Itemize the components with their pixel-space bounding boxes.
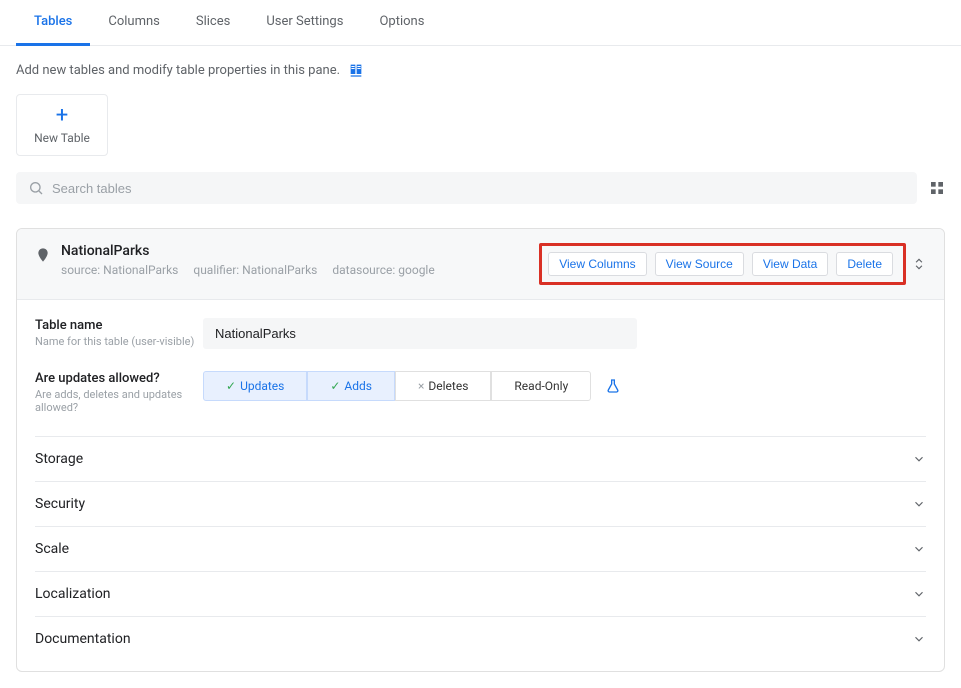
action-buttons-highlight: View Columns View Source View Data Delet… — [539, 243, 906, 285]
chevron-down-icon — [912, 542, 926, 556]
table-name-input[interactable] — [203, 318, 637, 349]
panel-meta: source: NationalParks qualifier: Nationa… — [61, 263, 447, 277]
tab-slices[interactable]: Slices — [178, 0, 248, 46]
pane-description-text: Add new tables and modify table properti… — [16, 63, 340, 78]
new-table-button[interactable]: + New Table — [16, 94, 108, 156]
seg-deletes[interactable]: ×Deletes — [395, 371, 491, 401]
panel-header: NationalParks source: NationalParks qual… — [17, 229, 944, 300]
search-icon — [28, 180, 44, 196]
search-input[interactable] — [52, 181, 905, 196]
tab-columns[interactable]: Columns — [90, 0, 178, 46]
tab-tables[interactable]: Tables — [16, 0, 90, 46]
main-tabs: Tables Columns Slices User Settings Opti… — [0, 0, 961, 46]
view-columns-button[interactable]: View Columns — [548, 252, 646, 276]
view-data-button[interactable]: View Data — [752, 252, 828, 276]
accordion-storage[interactable]: Storage — [35, 437, 926, 482]
search-box — [16, 172, 917, 204]
accordion-security[interactable]: Security — [35, 482, 926, 527]
updates-sublabel: Are adds, deletes and updates allowed? — [35, 388, 203, 414]
flask-icon[interactable] — [605, 378, 621, 394]
accordion-documentation[interactable]: Documentation — [35, 617, 926, 661]
help-book-icon[interactable] — [348, 62, 364, 78]
chevron-down-icon — [912, 452, 926, 466]
accordion: Storage Security Scale Localization Docu… — [35, 436, 926, 661]
seg-readonly[interactable]: Read-Only — [491, 371, 591, 401]
seg-adds[interactable]: ✓Adds — [307, 371, 395, 401]
grid-view-icon[interactable] — [929, 180, 945, 196]
chevron-down-icon — [912, 632, 926, 646]
chevron-down-icon — [912, 497, 926, 511]
expand-collapse-icon[interactable] — [912, 257, 926, 271]
table-name-label: Table name — [35, 318, 203, 333]
new-table-label: New Table — [34, 131, 90, 145]
pin-icon — [35, 245, 51, 265]
tab-options[interactable]: Options — [361, 0, 442, 46]
table-panel: NationalParks source: NationalParks qual… — [16, 228, 945, 672]
delete-button[interactable]: Delete — [836, 252, 893, 276]
chevron-down-icon — [912, 587, 926, 601]
view-source-button[interactable]: View Source — [655, 252, 744, 276]
accordion-scale[interactable]: Scale — [35, 527, 926, 572]
pane-description: Add new tables and modify table properti… — [16, 62, 945, 78]
updates-label: Are updates allowed? — [35, 371, 203, 386]
accordion-localization[interactable]: Localization — [35, 572, 926, 617]
plus-icon: + — [56, 105, 68, 127]
seg-updates[interactable]: ✓Updates — [203, 371, 307, 401]
tab-user-settings[interactable]: User Settings — [248, 0, 361, 46]
panel-title: NationalParks — [61, 243, 447, 259]
table-name-sublabel: Name for this table (user-visible) — [35, 335, 203, 348]
updates-segmented: ✓Updates ✓Adds ×Deletes Read-Only — [203, 371, 591, 401]
